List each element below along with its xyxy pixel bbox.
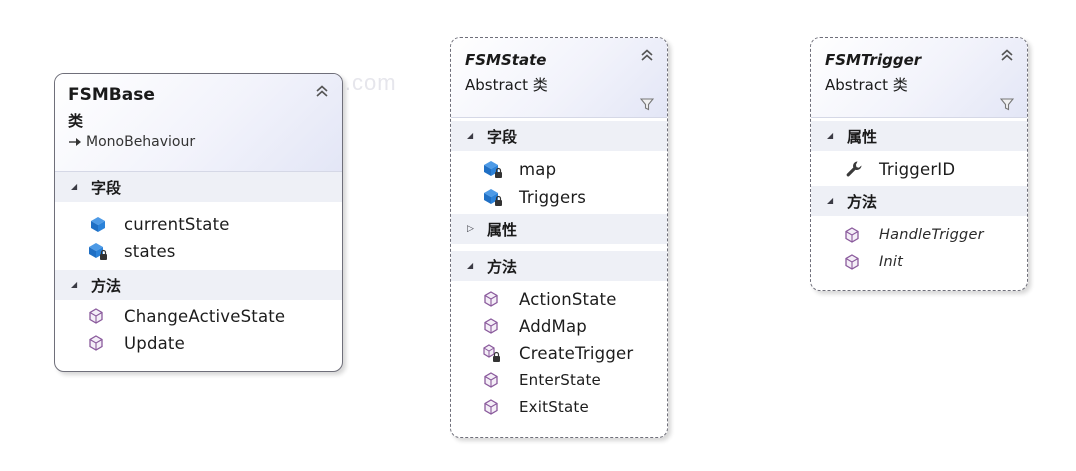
expanded-triangle-icon[interactable]: ◢ bbox=[71, 183, 85, 191]
private-field-icon bbox=[484, 161, 502, 178]
method-icon bbox=[484, 372, 498, 388]
filter-icon[interactable] bbox=[1000, 97, 1014, 111]
class-kind: Abstract 类 bbox=[825, 76, 908, 94]
method-row[interactable]: AddMap bbox=[451, 314, 667, 338]
class-shape-fsmstate[interactable]: FSMState Abstract 类 ◢ 字段 map Triggers ▷ … bbox=[450, 37, 668, 438]
class-shape-fsmtrigger[interactable]: FSMTrigger Abstract 类 ◢ 属性 TriggerID ◢ 方… bbox=[810, 37, 1028, 291]
class-name: FSMTrigger bbox=[825, 51, 922, 69]
method-name: EnterState bbox=[519, 371, 601, 389]
field-name: Triggers bbox=[519, 187, 587, 207]
expanded-triangle-icon[interactable]: ◢ bbox=[71, 281, 85, 289]
class-header[interactable]: FSMTrigger Abstract 类 bbox=[811, 38, 1027, 118]
double-chevron-up-icon[interactable] bbox=[314, 84, 330, 98]
field-name: currentState bbox=[124, 214, 230, 234]
field-row[interactable]: Triggers bbox=[451, 185, 667, 209]
field-name: states bbox=[124, 241, 176, 261]
method-name: CreateTrigger bbox=[519, 343, 634, 363]
method-name: AddMap bbox=[519, 316, 587, 336]
property-row[interactable]: TriggerID bbox=[811, 157, 1027, 181]
filter-icon[interactable] bbox=[640, 97, 654, 111]
class-name: FSMState bbox=[465, 51, 547, 69]
class-header[interactable]: FSMBase 类 MonoBehaviour bbox=[55, 74, 342, 172]
method-row[interactable]: ActionState bbox=[451, 287, 667, 311]
section-header-properties[interactable]: ▷ 属性 bbox=[451, 214, 667, 244]
collapsed-triangle-icon[interactable]: ▷ bbox=[467, 224, 481, 234]
private-field-icon bbox=[484, 189, 502, 206]
section-header-fields[interactable]: ◢ 字段 bbox=[451, 121, 667, 151]
method-row[interactable]: ChangeActiveState bbox=[55, 304, 342, 328]
method-name: ChangeActiveState bbox=[124, 306, 286, 326]
class-name: FSMBase bbox=[68, 85, 155, 105]
method-icon bbox=[484, 291, 498, 307]
field-name: map bbox=[519, 159, 557, 179]
method-name: Init bbox=[879, 254, 903, 270]
field-icon bbox=[91, 217, 105, 232]
expanded-triangle-icon[interactable]: ◢ bbox=[467, 132, 481, 140]
expanded-triangle-icon[interactable]: ◢ bbox=[827, 132, 841, 140]
class-kind: Abstract 类 bbox=[465, 76, 548, 94]
double-chevron-up-icon[interactable] bbox=[999, 48, 1015, 62]
private-field-icon bbox=[89, 243, 107, 260]
class-header[interactable]: FSMState Abstract 类 bbox=[451, 38, 667, 118]
method-icon bbox=[89, 335, 103, 351]
section-header-methods[interactable]: ◢ 方法 bbox=[811, 186, 1027, 216]
method-row[interactable]: Update bbox=[55, 331, 342, 355]
method-icon bbox=[845, 254, 859, 270]
wrench-icon bbox=[846, 161, 862, 177]
section-header-properties[interactable]: ◢ 属性 bbox=[811, 121, 1027, 151]
method-name: Update bbox=[124, 333, 185, 353]
inherit-arrow-icon bbox=[69, 138, 81, 146]
method-icon bbox=[484, 318, 498, 334]
method-name: HandleTrigger bbox=[879, 227, 984, 243]
private-method-icon bbox=[483, 344, 500, 362]
class-shape-fsmbase[interactable]: FSMBase 类 MonoBehaviour ◢ 字段 currentStat… bbox=[54, 73, 343, 372]
double-chevron-up-icon[interactable] bbox=[639, 48, 655, 62]
method-row[interactable]: HandleTrigger bbox=[811, 223, 1027, 247]
class-diagram-canvas: 121324028@qq.com FSMBase 类 MonoBehaviour… bbox=[0, 0, 1076, 471]
method-row[interactable]: Init bbox=[811, 250, 1027, 274]
method-name: ExitState bbox=[519, 398, 589, 416]
class-kind: 类 bbox=[68, 112, 84, 130]
method-name: ActionState bbox=[519, 289, 617, 309]
section-header-methods[interactable]: ◢ 方法 bbox=[451, 251, 667, 281]
field-row[interactable]: currentState bbox=[55, 212, 342, 236]
base-class: MonoBehaviour bbox=[68, 134, 195, 150]
method-icon bbox=[89, 308, 103, 324]
section-header-fields[interactable]: ◢ 字段 bbox=[55, 172, 342, 202]
base-class-name: MonoBehaviour bbox=[86, 134, 196, 150]
method-row[interactable]: EnterState bbox=[451, 368, 667, 392]
field-row[interactable]: map bbox=[451, 157, 667, 181]
method-icon bbox=[484, 399, 498, 415]
property-name: TriggerID bbox=[879, 159, 956, 179]
method-icon bbox=[845, 227, 859, 243]
field-row[interactable]: states bbox=[55, 239, 342, 263]
section-header-methods[interactable]: ◢ 方法 bbox=[55, 270, 342, 300]
method-row[interactable]: CreateTrigger bbox=[451, 341, 667, 365]
expanded-triangle-icon[interactable]: ◢ bbox=[827, 197, 841, 205]
method-row[interactable]: ExitState bbox=[451, 395, 667, 419]
expanded-triangle-icon[interactable]: ◢ bbox=[467, 262, 481, 270]
